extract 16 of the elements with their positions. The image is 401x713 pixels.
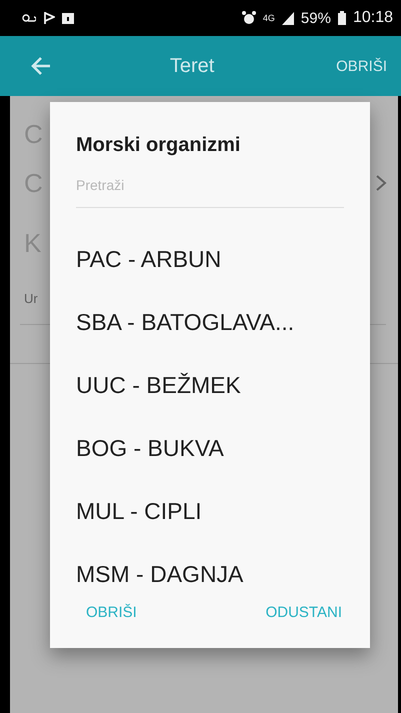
- list-item[interactable]: MUL - CIPLI: [76, 480, 344, 543]
- field-hint: Ur: [24, 290, 38, 306]
- battery-percent: 59%: [300, 10, 331, 26]
- dialog-title: Morski organizmi: [76, 134, 242, 157]
- signal-icon: [282, 12, 294, 24]
- list-item[interactable]: SBA - BATOGLAVA...: [76, 291, 344, 354]
- battery-icon: [338, 11, 346, 25]
- chevron-right-icon[interactable]: [374, 173, 388, 193]
- list-item[interactable]: UUC - BEŽMEK: [76, 354, 344, 417]
- list-item[interactable]: BOG - BUKVA: [76, 417, 344, 480]
- list-item[interactable]: PAC - ARBUN: [76, 228, 344, 291]
- network-type: 4G: [262, 13, 275, 23]
- clock: 10:18: [352, 9, 393, 27]
- screen-title: Teret: [168, 54, 216, 78]
- back-arrow-icon[interactable]: [30, 55, 52, 77]
- search-field[interactable]: Pretraži: [76, 171, 344, 208]
